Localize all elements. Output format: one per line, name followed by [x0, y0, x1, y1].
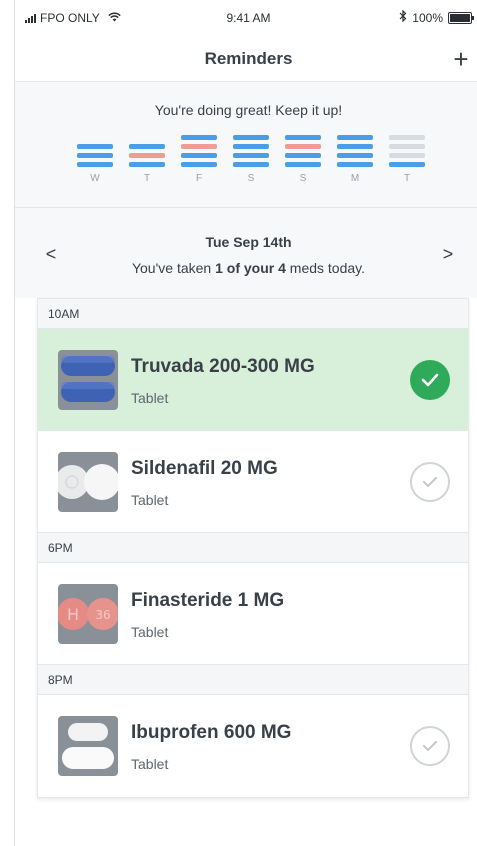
pill-image	[58, 350, 118, 410]
streak-bar	[285, 162, 321, 167]
summary-suffix: meds today.	[285, 260, 366, 276]
day-label: T	[403, 173, 411, 184]
medication-form: Tablet	[131, 756, 169, 772]
streak-day: W	[77, 135, 113, 184]
streak-day: F	[181, 135, 217, 184]
streak-bars	[181, 135, 217, 171]
streak-bar	[285, 153, 321, 158]
streak-day: M	[337, 135, 373, 184]
streak-bar	[77, 162, 113, 167]
day-label: S	[299, 173, 307, 184]
streak-bars	[285, 135, 321, 171]
streak-bar	[337, 162, 373, 167]
bluetooth-icon	[399, 9, 407, 25]
streak-bar	[129, 144, 165, 149]
streak-bar	[389, 153, 425, 158]
next-day-button[interactable]: >	[438, 244, 458, 265]
status-right: 100%	[399, 9, 474, 25]
date-title: Tue Sep 14th	[205, 234, 292, 250]
svg-text:H: H	[67, 605, 79, 624]
streak-bar	[233, 153, 269, 158]
streak-bars	[77, 135, 113, 171]
streak-bar	[129, 162, 165, 167]
mark-taken-check-icon[interactable]	[410, 462, 450, 502]
streak-day: T	[389, 135, 425, 184]
time-section-header: 6PM	[38, 533, 468, 563]
taken-check-icon[interactable]	[410, 360, 450, 400]
streak-bar	[77, 144, 113, 149]
summary-prefix: You've taken	[131, 260, 216, 276]
streak-bar	[233, 135, 269, 140]
streak-bars	[233, 135, 269, 171]
medication-row[interactable]: Truvada 200-300 MG Tablet	[38, 329, 468, 431]
streak-bar	[389, 144, 425, 149]
day-label: S	[247, 173, 255, 184]
streak-bar	[181, 144, 217, 149]
streak-bar	[337, 153, 373, 158]
medication-list: 10AM Truvada 200-300 MG Tablet Sildenafil 2…	[37, 298, 469, 798]
streak-days: WTFSSMT	[77, 135, 425, 184]
medication-name: Sildenafil 20 MG	[131, 458, 278, 479]
streak-bar	[233, 162, 269, 167]
streak-bar	[77, 153, 113, 158]
day-label: M	[350, 173, 360, 184]
day-label: F	[195, 173, 203, 184]
time-section-header: 8PM	[38, 665, 468, 695]
battery-percent: 100%	[412, 10, 443, 25]
pill-image	[58, 452, 118, 512]
streak-day: S	[285, 135, 321, 184]
streak-bar	[181, 153, 217, 158]
streak-message: You're doing great! Keep it up!	[154, 102, 343, 118]
svg-text:36: 36	[95, 608, 110, 622]
battery-icon	[448, 11, 474, 24]
streak-panel: You're doing great! Keep it up! W T F S S M T	[15, 82, 477, 208]
phone-screen: FPO ONLY 9:41 AM 100% Reminders + You're…	[14, 0, 477, 846]
mark-taken-check-icon[interactable]	[410, 726, 450, 766]
streak-bar	[181, 162, 217, 167]
nav-header: Reminders +	[15, 38, 477, 82]
streak-bars	[389, 135, 425, 171]
streak-bar	[285, 135, 321, 140]
streak-bar	[129, 153, 165, 158]
streak-bars	[337, 135, 373, 171]
day-label: W	[90, 173, 100, 184]
medication-row[interactable]: Sildenafil 20 MG Tablet	[38, 431, 468, 533]
medication-form: Tablet	[131, 624, 169, 640]
streak-bar	[337, 144, 373, 149]
streak-day: T	[129, 135, 165, 184]
streak-day: S	[233, 135, 269, 184]
pill-image	[58, 716, 118, 776]
medication-row[interactable]: Ibuprofen 600 MG Tablet	[38, 695, 468, 797]
add-reminder-button[interactable]: +	[446, 42, 476, 76]
status-bar: FPO ONLY 9:41 AM 100%	[15, 0, 477, 38]
pill-image: H 36	[58, 584, 118, 644]
summary-count: 1 of your 4	[215, 260, 286, 276]
day-label: T	[143, 173, 151, 184]
date-navigator: < Tue Sep 14th You've taken 1 of your 4 …	[15, 208, 477, 298]
streak-bar	[285, 144, 321, 149]
medication-row[interactable]: H 36 Finasteride 1 MG Tablet	[38, 563, 468, 665]
medication-name: Ibuprofen 600 MG	[131, 722, 292, 743]
streak-bar	[233, 144, 269, 149]
time-section-header: 10AM	[38, 299, 468, 329]
page-title: Reminders	[204, 49, 293, 68]
medication-name: Truvada 200-300 MG	[131, 356, 315, 377]
streak-bar	[389, 162, 425, 167]
streak-bar	[389, 135, 425, 140]
medication-form: Tablet	[131, 390, 169, 406]
daily-summary: You've taken 1 of your 4 meds today.	[15, 260, 477, 276]
streak-bar	[337, 135, 373, 140]
streak-bars	[129, 135, 165, 171]
medication-name: Finasteride 1 MG	[131, 590, 285, 611]
medication-form: Tablet	[131, 492, 169, 508]
streak-bar	[181, 135, 217, 140]
